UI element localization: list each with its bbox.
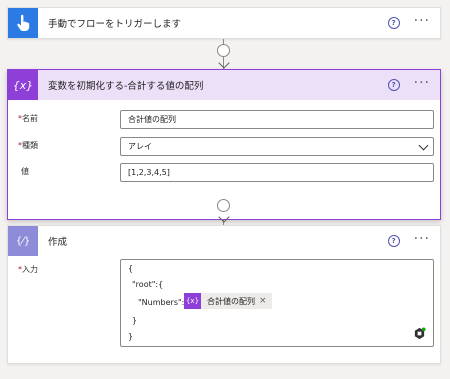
help-icon[interactable]: ? [387, 235, 400, 247]
json-line: } [128, 332, 134, 341]
variable-token[interactable]: {x} 合計値の配列 × [184, 293, 272, 309]
trigger-card[interactable]: 手動でフローをトリガーします ? ··· [7, 7, 441, 39]
compose-icon-tile: {⁄} [8, 226, 38, 256]
value-label: 値 [21, 167, 29, 176]
trigger-icon-tile [8, 8, 38, 38]
trigger-title: 手動でフローをトリガーします [48, 19, 182, 30]
chevron-down-icon [418, 140, 429, 151]
json-line: "root":{ [132, 280, 164, 289]
name-row: *名前 合計値の配列 [8, 110, 440, 130]
copilot-icon[interactable] [413, 327, 426, 340]
json-line: { [128, 264, 134, 273]
help-icon[interactable]: ? [387, 17, 400, 29]
json-line: } [132, 316, 138, 325]
type-label: *種類 [18, 141, 38, 150]
compose-header[interactable]: {⁄} 作成 ? ··· [8, 226, 440, 256]
compose-title: 作成 [48, 237, 68, 248]
hand-pointer-icon [17, 14, 30, 31]
compose-card[interactable]: {⁄} 作成 ? ··· *入力 { "root":{ "Numbers": {… [7, 225, 441, 364]
help-icon[interactable]: ? [387, 79, 400, 91]
input-editor[interactable]: { "root":{ "Numbers": {x} 合計値の配列 × } } [120, 259, 434, 347]
more-options-icon[interactable]: ··· [414, 76, 430, 92]
variable-icon-tile: {x} [8, 70, 38, 100]
init-variable-card[interactable]: {x} 変数を初期化する-合計する値の配列 ? ··· *名前 合計値の配列 *… [7, 69, 441, 220]
value-field[interactable]: [1,2,3,4,5] [120, 163, 434, 182]
compose-icon: {⁄} [15, 235, 31, 247]
type-dropdown[interactable]: アレイ [120, 137, 434, 156]
input-label: *入力 [18, 265, 38, 274]
json-line: "Numbers": [138, 298, 185, 307]
init-variable-title: 変数を初期化する-合計する値の配列 [48, 81, 204, 92]
trigger-header[interactable]: 手動でフローをトリガーします ? ··· [8, 8, 440, 38]
variable-token-label: 合計値の配列 [207, 296, 255, 306]
arrow-down-icon [218, 57, 230, 69]
name-field[interactable]: 合計値の配列 [120, 110, 434, 129]
more-options-icon[interactable]: ··· [414, 232, 430, 248]
variable-token-icon: {x} [184, 293, 201, 309]
init-variable-header[interactable]: {x} 変数を初期化する-合計する値の配列 ? ··· [8, 70, 440, 100]
name-label: *名前 [18, 114, 38, 123]
variable-icon: {x} [12, 78, 34, 92]
value-row: 値 [1,2,3,4,5] [8, 163, 440, 183]
insert-step-button[interactable] [217, 44, 230, 57]
more-options-icon[interactable]: ··· [414, 14, 430, 30]
type-selected-value: アレイ [128, 142, 152, 151]
remove-token-icon[interactable]: × [259, 296, 272, 306]
type-row: *種類 アレイ [8, 137, 440, 157]
